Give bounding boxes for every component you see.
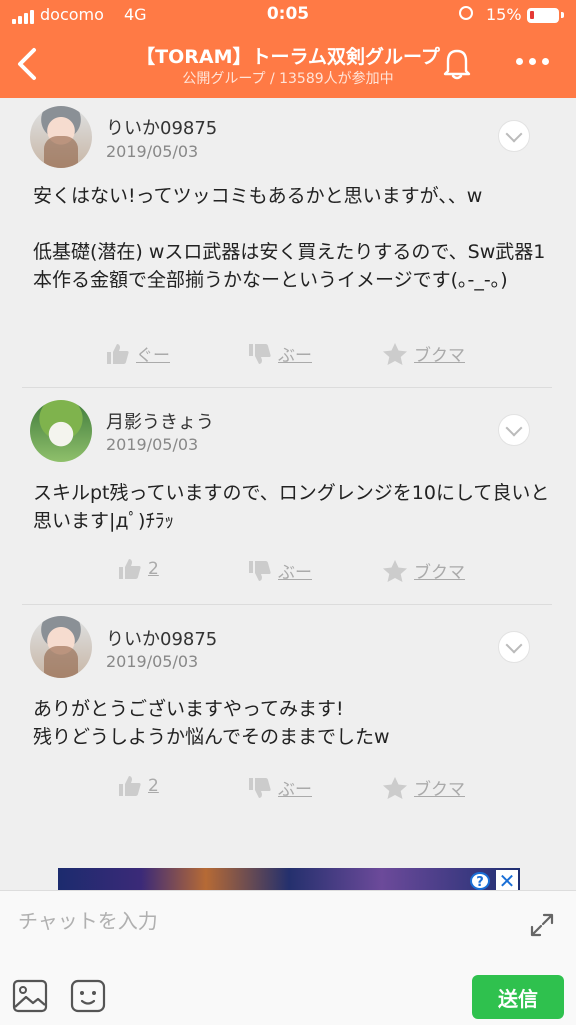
- chat-input-bar: 送信: [0, 890, 576, 1025]
- thumbs-up-icon: [119, 559, 141, 579]
- post: りいか09875 2019/05/03 安くはない!ってツッコミもあるかと思いま…: [0, 98, 576, 388]
- chat-input[interactable]: [18, 903, 498, 939]
- dislike-label: ぶー: [278, 346, 312, 366]
- post-body: 安くはない!ってツッコミもあるかと思いますが、、w 低基礎(潜在) wスロ武器は…: [33, 185, 546, 291]
- post: りいか09875 2019/05/03 ありがとうございますやってみます! 残り…: [0, 605, 576, 835]
- thumbs-down-icon: [249, 560, 271, 581]
- battery-tip: [561, 12, 564, 18]
- bookmark-label: ブクマ: [414, 346, 465, 366]
- ad-banner[interactable]: [58, 868, 520, 890]
- expand-icon[interactable]: [528, 911, 556, 939]
- star-icon: [383, 342, 407, 365]
- thumbs-down-icon: [249, 777, 271, 798]
- thumbs-down-icon: [249, 343, 271, 364]
- emoji-icon[interactable]: [70, 979, 106, 1013]
- chevron-down-icon[interactable]: [498, 631, 530, 663]
- post-actions: 2 ぶー ブクマ: [0, 558, 576, 588]
- dislike-label: ぶー: [278, 780, 312, 800]
- like-button[interactable]: 2: [118, 558, 159, 580]
- group-title: 【TORAM】トーラム双剣グループ: [136, 46, 440, 68]
- top-bar: docomo 4G 0:05 15% 【TORAM】トーラム双剣グループ 公開グ…: [0, 0, 576, 98]
- dislike-label: ぶー: [278, 563, 312, 583]
- like-count: 2: [148, 559, 159, 579]
- thumbs-up-icon: [119, 776, 141, 796]
- dislike-button[interactable]: ぶー: [248, 341, 312, 366]
- star-icon: [383, 776, 407, 799]
- dislike-button[interactable]: ぶー: [248, 558, 312, 583]
- status-bar: docomo 4G 0:05 15%: [0, 0, 576, 30]
- post-date: 2019/05/03: [106, 142, 199, 161]
- username[interactable]: 月影うきょう: [106, 408, 214, 434]
- post-date: 2019/05/03: [106, 652, 199, 671]
- rotation-lock-icon: [459, 6, 473, 20]
- like-label: ぐー: [136, 346, 170, 366]
- battery-icon: [527, 8, 559, 23]
- send-button[interactable]: 送信: [472, 975, 564, 1019]
- like-count: 2: [148, 776, 159, 796]
- bookmark-button[interactable]: ブクマ: [382, 341, 465, 366]
- chevron-down-icon[interactable]: [498, 120, 530, 152]
- username[interactable]: りいか09875: [106, 114, 217, 140]
- more-options-icon[interactable]: [516, 58, 549, 65]
- bookmark-button[interactable]: ブクマ: [382, 775, 465, 800]
- star-icon: [383, 559, 407, 582]
- bookmark-label: ブクマ: [414, 780, 465, 800]
- post-body: ありがとうございますやってみます! 残りどうしようか悩んでそのままでしたw: [33, 698, 390, 748]
- bell-icon[interactable]: [438, 44, 476, 82]
- battery-percent: 15%: [486, 5, 522, 24]
- ad-info-icon[interactable]: ?: [470, 872, 490, 890]
- avatar[interactable]: [30, 616, 92, 678]
- avatar[interactable]: [30, 106, 92, 168]
- group-subtitle: 公開グループ / 13589人が参加中: [182, 71, 394, 87]
- message-feed[interactable]: りいか09875 2019/05/03 安くはない!ってツッコミもあるかと思いま…: [0, 98, 576, 890]
- bookmark-button[interactable]: ブクマ: [382, 558, 465, 583]
- username[interactable]: りいか09875: [106, 625, 217, 651]
- post-actions: ぐー ぶー ブクマ: [0, 341, 576, 371]
- like-button[interactable]: ぐー: [106, 341, 170, 366]
- post-body: スキルpt残っていますので、ロングレンジを10にして良いと思います|дﾟ)ﾁﾗｯ: [33, 482, 550, 532]
- thumbs-up-icon: [107, 343, 129, 364]
- chevron-down-icon[interactable]: [498, 414, 530, 446]
- post-date: 2019/05/03: [106, 435, 199, 454]
- ad-close-icon[interactable]: ✕: [496, 870, 518, 892]
- dislike-button[interactable]: ぶー: [248, 775, 312, 800]
- post-actions: 2 ぶー ブクマ: [0, 775, 576, 805]
- bookmark-label: ブクマ: [414, 563, 465, 583]
- post: 月影うきょう 2019/05/03 スキルpt残っていますので、ロングレンジを1…: [0, 388, 576, 604]
- avatar[interactable]: [30, 400, 92, 462]
- image-icon[interactable]: [12, 979, 48, 1013]
- like-button[interactable]: 2: [118, 775, 159, 797]
